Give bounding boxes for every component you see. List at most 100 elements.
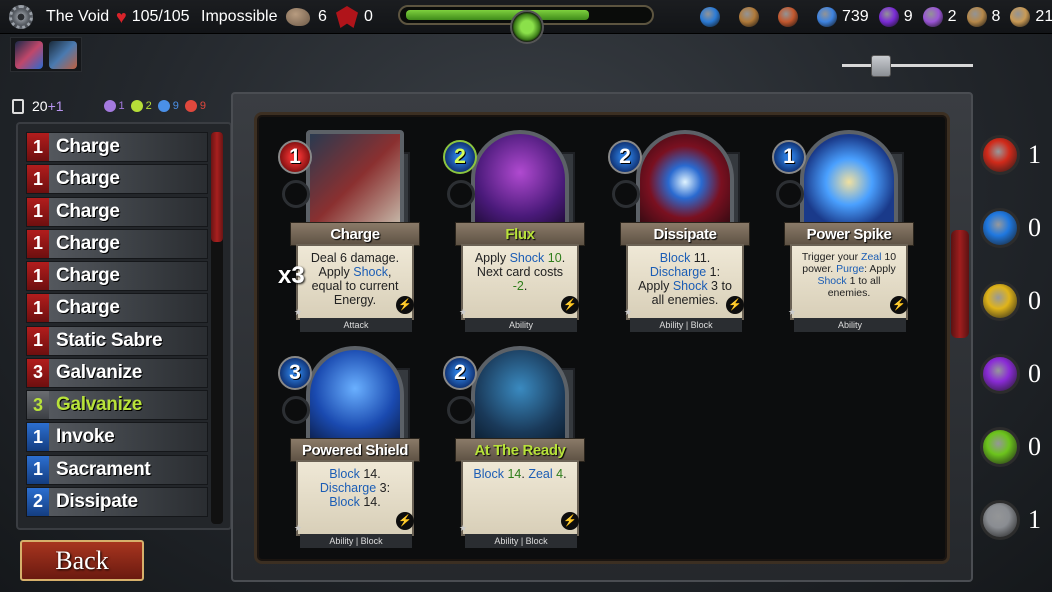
hero-portrait-1[interactable] <box>15 40 43 69</box>
demon-count: 0 <box>364 8 373 25</box>
resource-item[interactable]: 2 <box>922 7 957 27</box>
party-portraits <box>10 37 82 72</box>
resource-item[interactable] <box>739 7 764 27</box>
deck-row-name: Dissipate <box>56 490 138 512</box>
hp-value: 105/105 <box>131 8 190 25</box>
zoom-slider-handle[interactable] <box>871 55 891 77</box>
card[interactable]: 3 Powered Shield Block 14. Discharge 3: Bl… <box>278 346 420 548</box>
card-slot-ring <box>282 180 310 208</box>
card-text-segment: 11. <box>690 251 711 265</box>
card[interactable]: 2 Dissipate Block 11. Discharge 1: Apply S… <box>608 130 750 332</box>
deck-stat: 2 <box>130 100 152 112</box>
settings-button[interactable] <box>9 0 33 34</box>
deck-row-cost: 3 <box>27 391 49 419</box>
back-button[interactable]: Back <box>20 540 144 581</box>
card-text-segment: 10 <box>547 251 562 265</box>
card-viewer-scrollbar[interactable] <box>951 230 969 338</box>
card-cost-value: 2 <box>454 361 466 384</box>
deck-row-name: Sacrament <box>56 458 151 480</box>
deck-row-cost: 1 <box>27 455 49 484</box>
gear-icon <box>9 5 33 29</box>
deck-row-cost: 1 <box>27 262 49 290</box>
card-text-segment: -2 <box>512 279 524 293</box>
energy-counter[interactable]: 0 <box>980 208 1050 248</box>
skull-icon <box>103 100 116 112</box>
deck-row-cost: 1 <box>27 197 49 226</box>
rock-count: 6 <box>318 8 327 25</box>
energy-counter[interactable]: 0 <box>980 281 1050 321</box>
deck-scrollbar[interactable] <box>211 132 223 524</box>
deck-row[interactable]: 1 Invoke <box>26 422 208 453</box>
demon-counter: 0 <box>336 0 373 34</box>
card-slot-ring <box>776 180 804 208</box>
card-cost: 2 <box>443 356 477 390</box>
resource-item[interactable]: 9 <box>878 7 913 27</box>
deck-row[interactable]: 1 Static Sabre <box>26 325 208 356</box>
deck-row[interactable]: 1 Charge <box>26 196 208 227</box>
duplicate-count: x3 <box>278 262 305 289</box>
deck-row-name: Invoke <box>56 426 115 448</box>
resource-item[interactable]: 21 <box>1010 7 1052 27</box>
deck-row[interactable]: 1 Charge <box>26 293 208 324</box>
deck-row[interactable]: 3 Galvanize <box>26 390 208 420</box>
zoom-slider-track[interactable] <box>842 64 973 67</box>
scroll-icon <box>778 7 798 27</box>
red-energy-icon <box>980 135 1020 175</box>
card-cost-value: 2 <box>619 145 631 168</box>
deck-row[interactable]: 1 Charge <box>26 228 208 259</box>
resource-item[interactable]: 739 <box>817 7 869 27</box>
deck-row[interactable]: 1 Charge <box>26 164 208 195</box>
demon-mask-icon <box>336 6 358 28</box>
grey-energy-icon <box>980 500 1020 540</box>
resource-count: 8 <box>991 8 1001 25</box>
card-text-segment: . <box>523 279 528 293</box>
deck-row-cost: 2 <box>27 487 49 516</box>
card-text-segment: : Apply <box>864 263 896 275</box>
card-title: Flux <box>455 222 585 246</box>
deck-scrollbar-thumb[interactable] <box>211 132 223 242</box>
energy-counter[interactable]: 0 <box>980 427 1050 467</box>
card-type: Ability | Block <box>465 534 577 548</box>
card-slot-ring <box>612 180 640 208</box>
rarity-star-icon: ★ <box>459 307 468 317</box>
card-cost-value: 2 <box>454 145 466 168</box>
resource-item[interactable] <box>778 7 803 27</box>
difficulty-label: Impossible <box>201 8 278 25</box>
rock-icon <box>286 8 310 26</box>
energy-counter[interactable]: 1 <box>980 500 1050 540</box>
hero-portrait-2[interactable] <box>49 40 77 69</box>
card-text-segment: Shock <box>353 265 388 279</box>
card-text-segment: Apply <box>474 251 510 265</box>
deck-row[interactable]: 1 Charge <box>26 132 208 162</box>
deck-row-cost: 1 <box>27 229 49 258</box>
card-title: At The Ready <box>455 438 585 462</box>
card-text-segment: Discharge <box>649 265 707 279</box>
card-text-segment: 14. <box>359 495 381 509</box>
card-art <box>471 130 569 234</box>
deck-row[interactable]: 1 Sacrament <box>26 454 208 485</box>
deck-row-cost: 1 <box>27 165 49 194</box>
card-title: Power Spike <box>784 222 914 246</box>
resource-item[interactable] <box>700 7 725 27</box>
energy-value: 1 <box>1028 140 1041 169</box>
card[interactable]: 1 Power Spike Trigger your Zeal 10 power. … <box>772 130 914 332</box>
rarity-star-icon: ★ <box>459 523 468 533</box>
card[interactable]: 2 Flux Apply Shock 10. Next card costs -2.… <box>443 130 585 332</box>
deck-row[interactable]: 1 Charge <box>26 261 208 291</box>
card-text-segment: 14. <box>359 467 381 481</box>
deck-stat: 9 <box>157 100 179 112</box>
deck-list[interactable]: 1 Charge 1 Charge 1 Charge 1 Charge 1 Charge 1 Char… <box>26 132 208 524</box>
deck-row-name: Charge <box>56 297 120 319</box>
resource-bar: 739 9 2 8 21 <box>700 0 1052 34</box>
card-type: Ability <box>794 318 906 332</box>
hp-display: ♥ 105/105 <box>116 0 190 34</box>
card[interactable]: 2 At The Ready Block 14. Zeal 4. ⚡ ★ Ability … <box>443 346 585 548</box>
energy-counter[interactable]: 1 <box>980 135 1050 175</box>
card-text-segment: Block <box>329 495 360 509</box>
deck-row[interactable]: 2 Dissipate <box>26 486 208 517</box>
deck-row-name: Charge <box>56 265 120 286</box>
resource-item[interactable]: 8 <box>966 7 1001 27</box>
energy-counter[interactable]: 0 <box>980 354 1050 394</box>
card[interactable]: 1 Charge Deal 6 damage. Apply Shock, equal… <box>278 130 420 332</box>
deck-row[interactable]: 3 Galvanize <box>26 357 208 388</box>
